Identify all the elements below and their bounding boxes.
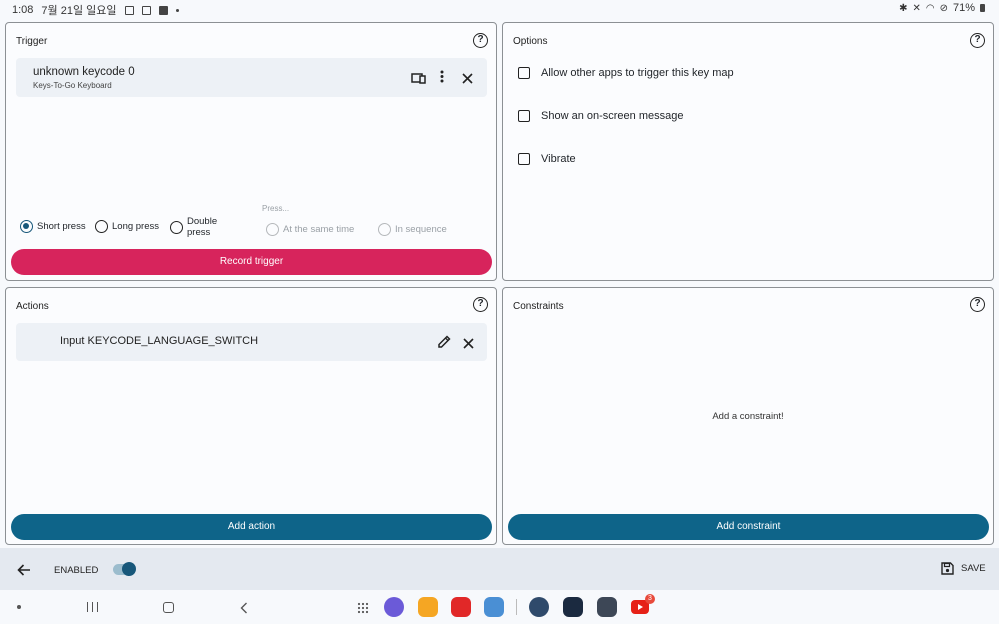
save-label: SAVE [961, 563, 986, 574]
options-help-icon[interactable]: ? [970, 33, 985, 48]
galaxy-store-app-icon[interactable] [597, 597, 617, 617]
in-sequence-radio [378, 223, 391, 236]
remove-trigger-icon[interactable] [462, 71, 473, 84]
more-options-icon[interactable] [440, 70, 444, 83]
remove-action-icon[interactable] [463, 336, 474, 349]
allow-other-apps-checkbox[interactable] [518, 67, 530, 79]
trigger-card: Trigger ? unknown keycode 0 Keys-To-Go K… [5, 22, 497, 281]
gallery-notification-icon [124, 5, 134, 15]
vibrate-checkbox[interactable] [518, 153, 530, 165]
settings-app-icon[interactable] [529, 597, 549, 617]
trigger-help-icon[interactable]: ? [473, 33, 488, 48]
more-notifications-icon [175, 8, 179, 12]
status-time: 1:08 [12, 4, 34, 16]
trigger-key-row[interactable]: unknown keycode 0 Keys-To-Go Keyboard [16, 58, 487, 97]
enabled-toggle[interactable] [113, 562, 136, 576]
constraints-title: Constraints [513, 301, 564, 312]
status-bar: 1:08 7월 21일 일요일 ✱ ✕ ◠ ⊘ 71% [0, 0, 999, 18]
actions-title: Actions [16, 301, 49, 312]
trigger-title: Trigger [16, 36, 48, 47]
wifi-icon: ◠ [925, 2, 935, 14]
action-label: Input KEYCODE_LANGUAGE_SWITCH [60, 335, 259, 347]
mute-icon: ✕ [912, 2, 921, 14]
dock-divider [516, 599, 517, 615]
allow-other-apps-label: Allow other apps to trigger this key map [541, 67, 734, 79]
same-time-label: At the same time [283, 224, 355, 235]
in-sequence-label: In sequence [395, 224, 447, 235]
boat-app-icon[interactable] [484, 597, 504, 617]
navigation-bar: 3 [0, 590, 999, 624]
back-arrow-icon[interactable] [17, 563, 31, 576]
app-drawer-icon[interactable] [357, 601, 369, 614]
my-files-app-icon[interactable] [418, 597, 438, 617]
bluetooth-icon: ✱ [899, 2, 908, 14]
flipboard-app-icon[interactable] [451, 597, 471, 617]
double-press-radio[interactable] [170, 220, 183, 234]
on-screen-message-checkbox[interactable] [518, 110, 530, 122]
actions-card: Actions ? Input KEYCODE_LANGUAGE_SWITCH … [5, 287, 497, 545]
constraints-card: Constraints ? Add a constraint! Add cons… [502, 287, 994, 545]
device-select-icon[interactable] [411, 71, 426, 84]
short-press-option[interactable]: Short press [20, 220, 86, 233]
short-press-label: Short press [37, 221, 86, 232]
youtube-badge: 3 [645, 594, 655, 604]
actions-help-icon[interactable]: ? [473, 297, 488, 312]
add-constraint-button[interactable]: Add constraint [508, 514, 989, 540]
vibrate-label: Vibrate [541, 153, 576, 165]
nav-dot-icon [17, 605, 21, 609]
long-press-radio[interactable] [95, 220, 108, 233]
status-date: 7월 21일 일요일 [41, 5, 117, 17]
save-button[interactable]: SAVE [941, 562, 986, 575]
trigger-key-name: unknown keycode 0 [33, 66, 135, 78]
press-label: Press... [262, 204, 290, 213]
key-mapper-app-icon[interactable] [563, 597, 583, 617]
enabled-label: ENABLED [54, 565, 99, 576]
back-nav-icon[interactable] [240, 601, 248, 614]
action-row[interactable]: Input KEYCODE_LANGUAGE_SWITCH [16, 323, 487, 361]
constraints-help-icon[interactable]: ? [970, 297, 985, 312]
recents-icon[interactable] [87, 602, 98, 612]
calendar-notification-icon [141, 5, 151, 15]
youtube-notification-icon [158, 5, 168, 15]
dnd-icon: ⊘ [939, 2, 948, 14]
record-trigger-button[interactable]: Record trigger [11, 249, 492, 275]
on-screen-message-label: Show an on-screen message [541, 110, 684, 122]
options-title: Options [513, 36, 548, 47]
internet-app-icon[interactable] [384, 597, 404, 617]
same-time-option: At the same time [266, 223, 354, 236]
same-time-radio [266, 223, 279, 236]
enabled-toggle-thumb [122, 562, 136, 576]
options-card: Options ? Allow other apps to trigger th… [502, 22, 994, 281]
battery-percent: 71% [952, 2, 975, 14]
edit-action-icon[interactable] [438, 335, 451, 348]
bottom-app-bar: ENABLED SAVE [0, 548, 999, 590]
long-press-label: Long press [112, 221, 160, 232]
trigger-key-device: Keys-To-Go Keyboard [33, 81, 112, 90]
empty-constraints-text: Add a constraint! [712, 411, 784, 422]
double-press-option[interactable]: Double press [170, 216, 221, 238]
home-icon[interactable] [163, 602, 174, 613]
save-icon [941, 562, 954, 575]
add-action-button[interactable]: Add action [11, 514, 492, 540]
long-press-option[interactable]: Long press [95, 220, 159, 233]
double-press-label: Double press [187, 216, 218, 238]
in-sequence-option: In sequence [378, 223, 447, 236]
short-press-radio[interactable] [20, 220, 33, 233]
battery-icon [980, 4, 985, 12]
